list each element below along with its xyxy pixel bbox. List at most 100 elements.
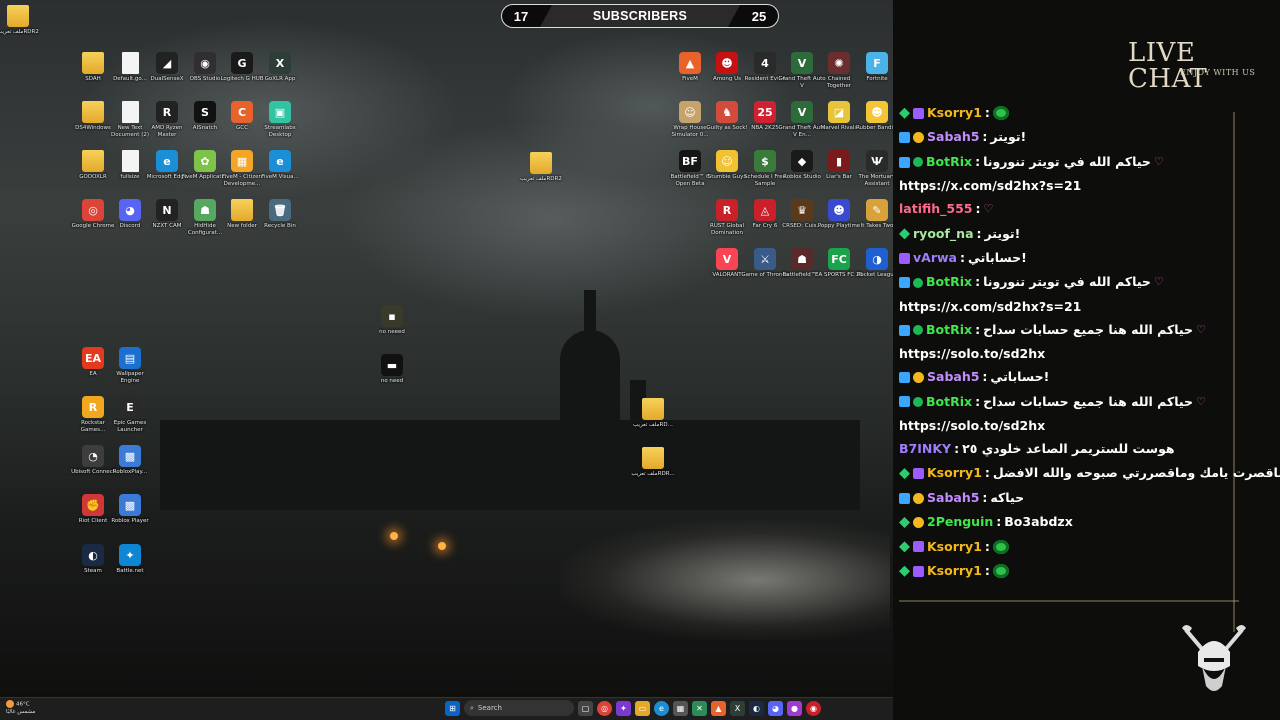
chat-separator: : <box>975 393 981 409</box>
chat-username[interactable]: 2Penguin <box>927 510 993 534</box>
chat-subtitle: ENJOY WITH US <box>1180 68 1256 77</box>
chat-message: latifih_555 : ♡ <box>899 197 1244 221</box>
desktop: ملف تعريبRDR2SDAHDefault.go...◢DualSense… <box>0 0 893 697</box>
chat-username[interactable]: Ksorry1 <box>927 535 982 559</box>
desktop-icon[interactable]: ▣ Streamlabs Desktop <box>256 101 304 139</box>
chat-frame-line <box>899 600 1239 602</box>
chat-messages: Ksorry1 : Sabah5 : تويتر! BotRix : حياكم … <box>899 101 1280 584</box>
desktop-icon[interactable]: F Fortnite <box>853 52 893 83</box>
desktop-icon[interactable]: ✦ Battle.net <box>106 544 154 575</box>
goxlr-icon[interactable]: X <box>730 700 745 716</box>
chat-text: حساباتي! <box>967 250 1027 266</box>
chat-username[interactable]: BotRix <box>926 318 972 342</box>
folder-icon <box>530 152 552 174</box>
chat-username[interactable]: BotRix <box>926 270 972 294</box>
app-icon: ◔ <box>82 445 104 467</box>
desktop-icon[interactable]: ✎ It Takes Two <box>853 199 893 230</box>
chat-separator: : <box>996 514 1002 530</box>
chat-link: https://solo.to/sd2hx <box>899 418 1046 434</box>
app-icon: V <box>716 248 738 270</box>
search-box[interactable]: ⌕ Search <box>464 700 574 716</box>
chat-link: https://x.com/sd2hx?s=21 <box>899 298 1082 314</box>
fivem-icon[interactable]: ▲ <box>711 700 726 716</box>
heart-icon: ♡ <box>1196 322 1206 336</box>
badge-icon <box>913 468 924 480</box>
discord-icon[interactable]: ◕ <box>768 700 783 716</box>
app-icon: ◎ <box>82 199 104 221</box>
desktop-icon-label: no neeed <box>379 329 405 335</box>
desktop-icon[interactable]: ▩ RobloxPlay... <box>106 445 154 476</box>
desktop-icon[interactable]: ملف تعريبRDR2 <box>517 152 565 183</box>
desktop-icon[interactable]: ▪ no neeed <box>368 305 416 336</box>
chat-message: BotRix : حياكم الله في تويتر تنورونا ♡ <box>899 150 1244 174</box>
chat-username[interactable]: BotRix <box>926 390 972 414</box>
app-icon: C <box>231 101 253 123</box>
desktop-icon[interactable]: ◑ Rocket League <box>853 248 893 279</box>
desktop-icon-label: ملف تعريبRDR... <box>631 471 675 477</box>
desktop-icon[interactable]: ملف تعريبRDR... <box>629 447 677 478</box>
app-icon: ✿ <box>194 150 216 172</box>
desktop-icon-label: ملف تعريبRDR2 <box>0 29 39 35</box>
badge-icon <box>899 492 910 504</box>
app-icon: ✺ <box>828 52 850 74</box>
app-icon[interactable]: ◉ <box>806 700 821 716</box>
edge-icon[interactable]: e <box>654 700 669 716</box>
streamlabs-icon[interactable]: ● <box>787 700 802 716</box>
chat-username[interactable]: Sabah5 <box>927 125 979 149</box>
desktop-icon[interactable]: ▤ Wallpaper Engine <box>106 347 154 385</box>
chat-message: BotRix : حياكم الله هنا جميع حسابات سداح… <box>899 390 1244 414</box>
desktop-icon[interactable]: ملف تعريبRD... <box>629 398 677 429</box>
badge-icon <box>913 396 923 407</box>
chat-username[interactable]: ryoof_na <box>913 222 974 246</box>
desktop-icon-label: Recycle Bin <box>264 223 296 229</box>
chat-text: ماقصرت يامك وماقصررتي صبوحه والله الافضل <box>992 465 1280 481</box>
chrome-icon[interactable]: ◎ <box>597 700 612 716</box>
chat-username[interactable]: Ksorry1 <box>927 101 982 125</box>
badge-icon <box>899 541 910 553</box>
app-icon: F <box>866 52 888 74</box>
weather-widget[interactable]: 46°C مشمس غالبًا <box>6 700 35 716</box>
chat-link: https://solo.to/sd2hx <box>899 346 1046 362</box>
desktop-icon[interactable]: e FiveM Visua... <box>256 150 304 181</box>
start-button[interactable]: ⊞ <box>445 700 460 716</box>
app-icon: ▪ <box>381 305 403 327</box>
app-icon: V <box>791 52 813 74</box>
badge-icon <box>899 277 910 289</box>
desktop-icon[interactable]: X GoXLR App <box>256 52 304 83</box>
copilot-icon[interactable]: ✦ <box>616 700 631 716</box>
steam-icon[interactable]: ◐ <box>749 700 764 716</box>
xbox-icon[interactable]: ✕ <box>692 700 707 716</box>
chat-username[interactable]: BotRix <box>926 150 972 174</box>
desktop-icon[interactable]: ▩ Roblox Player <box>106 494 154 525</box>
chat-username[interactable]: latifih_555 <box>899 197 973 221</box>
file-explorer-icon[interactable]: ▭ <box>635 700 650 716</box>
store-icon[interactable]: ▦ <box>673 700 688 716</box>
badge-icon <box>913 565 924 577</box>
chat-title: LIVE CHAT <box>1128 38 1208 94</box>
desktop-icon[interactable]: ملف تعريبRDR2 <box>0 5 42 36</box>
chat-username[interactable]: vArwa <box>913 246 957 270</box>
task-view-icon[interactable]: ▢ <box>578 700 593 716</box>
chat-username[interactable]: Ksorry1 <box>927 461 982 485</box>
app-icon: ◪ <box>828 101 850 123</box>
desktop-icon[interactable]: ▬ no need <box>368 354 416 385</box>
desktop-icon[interactable]: ☻ Rubber Bandits <box>853 101 893 132</box>
chat-username[interactable]: Ksorry1 <box>927 559 982 583</box>
chat-message: B7INKY : هوست للستريمر الصاعد خلودي ٢٥ <box>899 437 1244 461</box>
app-icon: R <box>156 101 178 123</box>
desktop-icon-label: Wallpaper Engine <box>116 371 144 384</box>
app-icon: e <box>156 150 178 172</box>
desktop-icon[interactable]: E Epic Games Launcher <box>106 396 154 434</box>
desktop-icon[interactable]: Ѱ The Mortuary Assistant <box>853 150 893 188</box>
wallpaper-fire <box>438 542 446 550</box>
chat-username[interactable]: Sabah5 <box>927 486 979 510</box>
wallpaper-fire <box>390 532 398 540</box>
folder-icon <box>82 150 104 172</box>
chat-username[interactable]: B7INKY <box>899 437 951 461</box>
chat-text: تويتر! <box>990 129 1027 145</box>
chat-username[interactable]: Sabah5 <box>927 365 979 389</box>
chat-separator: : <box>954 441 960 457</box>
badge-icon <box>899 156 910 168</box>
desktop-icon[interactable]: 🗑 Recycle Bin <box>256 199 304 230</box>
folder-icon <box>642 447 664 469</box>
